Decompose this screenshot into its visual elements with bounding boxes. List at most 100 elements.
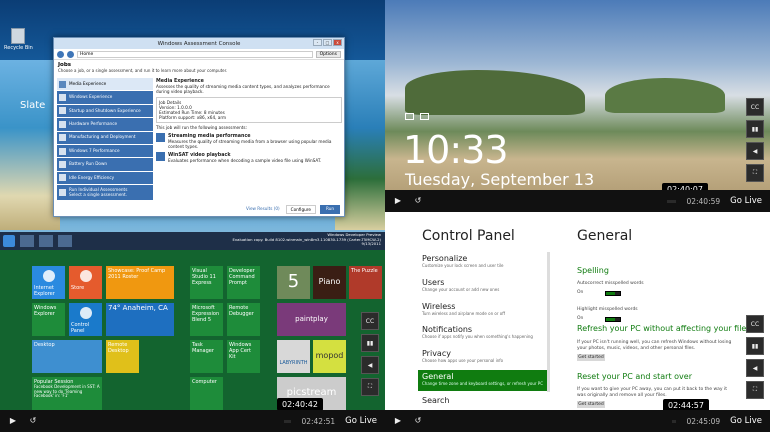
tile-paintplay[interactable]: paintplay xyxy=(277,303,346,336)
assessment-item[interactable]: WinSAT video playback Evaluates performan… xyxy=(156,152,342,163)
play-icon[interactable]: ▶ xyxy=(393,416,403,426)
tile-dev-command-prompt[interactable]: Developer Command Prompt xyxy=(227,266,260,299)
cp-item-search[interactable]: Search xyxy=(422,396,449,405)
tile-expression-blend[interactable]: Microsoft Expression Blend 5 xyxy=(190,303,223,336)
quality-bars-icon[interactable]: ▮▮ xyxy=(746,337,764,355)
highlight-toggle[interactable] xyxy=(605,317,621,322)
cp-item-users[interactable]: Users Change your account or add new ones xyxy=(422,278,499,292)
tile-task-manager[interactable]: Task Manager xyxy=(190,340,223,373)
tile-popular-session[interactable]: Popular Session Facebook Development in S… xyxy=(32,377,102,410)
tile-five[interactable]: 5 xyxy=(277,266,310,299)
view-results-link[interactable]: View Results (0) xyxy=(244,205,282,214)
fullscreen-icon[interactable]: ⛶ xyxy=(746,381,764,399)
tile-control-panel[interactable]: Control Panel xyxy=(69,303,102,336)
taskbar-explorer-icon[interactable] xyxy=(39,235,53,247)
tile-label: Developer Command Prompt xyxy=(229,268,255,286)
job-item[interactable]: Battery Run Down xyxy=(57,158,153,172)
control-panel-title: Control Panel xyxy=(422,228,515,244)
tile-mopod[interactable]: mopod xyxy=(313,340,346,373)
tile-label: LABYRINTH xyxy=(279,360,308,366)
duration-label: 02:42:51 xyxy=(301,416,336,426)
fullscreen-icon[interactable]: ⛶ xyxy=(746,164,764,182)
quality-bars-icon[interactable]: ▮▮ xyxy=(746,120,764,138)
maximize-button[interactable]: □ xyxy=(323,39,332,46)
job-item[interactable]: Manufacturing and Deployment xyxy=(57,131,153,145)
refresh-get-started-button[interactable]: Get started xyxy=(577,354,605,361)
tile-windows-explorer[interactable]: Windows Explorer xyxy=(32,303,65,336)
store-bag-icon xyxy=(79,270,92,282)
job-detail-panel: Media Experience Assesses the quality of… xyxy=(156,78,342,163)
cp-item-personalize[interactable]: Personalize Customize your lock screen an… xyxy=(422,254,504,268)
closed-captions-button[interactable]: CC xyxy=(746,315,764,333)
assessment-desc: Measures the quality of streaming media … xyxy=(168,139,332,149)
recycle-bin-label: Recycle Bin xyxy=(4,45,33,51)
job-item[interactable]: Media Experience xyxy=(57,78,153,92)
tile-store[interactable]: Store xyxy=(69,266,102,299)
go-live-button[interactable]: Go Live xyxy=(730,416,762,426)
tile-labyrinth[interactable]: LABYRINTH xyxy=(277,340,310,373)
reset-get-started-button[interactable]: Get started xyxy=(577,401,605,408)
highlight-label: Highlight misspelled words xyxy=(577,307,638,312)
control-panel-view: Control Panel Personalize Customize your … xyxy=(385,212,770,432)
play-icon[interactable]: ▶ xyxy=(393,196,403,206)
closed-captions-button[interactable]: CC xyxy=(361,312,379,330)
quality-bars-icon[interactable]: ▮▮ xyxy=(361,334,379,352)
job-item[interactable]: Windows Experience xyxy=(57,91,153,105)
job-item[interactable]: Startup and Shutdown Experience xyxy=(57,104,153,119)
cp-item-notifications[interactable]: Notifications Choose if apps notify you w… xyxy=(422,325,533,339)
closed-captions-button[interactable]: CC xyxy=(746,98,764,116)
assessment-item[interactable]: Streaming media performance Measures the … xyxy=(156,133,342,149)
go-live-button[interactable]: Go Live xyxy=(730,196,762,206)
cp-item-privacy[interactable]: Privacy Choose how apps use your personal… xyxy=(422,349,503,363)
volume-icon[interactable]: ◀ xyxy=(746,142,764,160)
go-live-button[interactable]: Go Live xyxy=(345,416,377,426)
session-text: Facebook Development in SST: A new way t… xyxy=(34,384,100,398)
cp-item-wireless[interactable]: Wireless Turn wireless and airplane mode … xyxy=(422,302,505,316)
cp-item-general[interactable]: General Change time zone and keyboard set… xyxy=(418,370,550,391)
job-label: Idle Energy Efficiency xyxy=(69,174,115,180)
forward-arrow-icon[interactable] xyxy=(67,50,74,58)
autocorrect-label: Autocorrect misspelled words xyxy=(577,281,644,286)
job-item[interactable]: Run Individual Assessments Select a sing… xyxy=(57,185,153,202)
seek-track[interactable] xyxy=(433,199,677,203)
job-item[interactable]: Idle Energy Efficiency xyxy=(57,171,153,186)
tile-desktop[interactable]: Desktop xyxy=(32,340,102,373)
back-arrow-icon[interactable] xyxy=(57,50,64,58)
tile-computer[interactable]: Computer xyxy=(190,377,223,410)
tile-remote-desktop[interactable]: Remote Desktop xyxy=(106,340,139,373)
start-button-icon[interactable] xyxy=(3,235,15,247)
highlight-state: On xyxy=(577,316,584,321)
replay-icon[interactable]: ↺ xyxy=(28,416,38,426)
seek-track[interactable] xyxy=(48,419,292,423)
tile-app-cert-kit[interactable]: Windows App Cert Kit xyxy=(227,340,260,373)
fullscreen-icon[interactable]: ⛶ xyxy=(361,378,379,396)
tile-puzzle[interactable]: The Puzzle xyxy=(349,266,382,299)
taskbar-console-icon[interactable] xyxy=(58,235,72,247)
recycle-bin-icon[interactable]: Recycle Bin xyxy=(4,28,33,51)
battery-icon xyxy=(420,113,429,120)
seek-track[interactable] xyxy=(433,419,677,423)
tile-weather[interactable]: 74° Anaheim, CA xyxy=(106,303,174,336)
close-button[interactable]: x xyxy=(333,39,342,46)
job-item[interactable]: Windows 7 Performance xyxy=(57,144,153,159)
job-item[interactable]: Hardware Performance xyxy=(57,118,153,132)
address-home[interactable]: Home xyxy=(77,50,313,58)
autocorrect-toggle[interactable] xyxy=(605,291,621,296)
minimize-button[interactable]: - xyxy=(313,39,322,46)
tile-internet-explorer[interactable]: Internet Explorer xyxy=(32,266,65,299)
volume-icon[interactable]: ◀ xyxy=(746,359,764,377)
job-label: Hardware Performance xyxy=(69,120,118,126)
replay-icon[interactable]: ↺ xyxy=(413,416,423,426)
tile-visual-studio[interactable]: Visual Studio 11 Express xyxy=(190,266,223,299)
play-icon[interactable]: ▶ xyxy=(8,416,18,426)
tile-showcase[interactable]: Showcase: Proof Camp 2011 Roster xyxy=(106,266,174,299)
replay-icon[interactable]: ↺ xyxy=(413,196,423,206)
volume-icon[interactable]: ◀ xyxy=(361,356,379,374)
tile-remote-debugger[interactable]: Remote Debugger xyxy=(227,303,260,336)
configure-button[interactable]: Configure xyxy=(285,205,316,214)
taskbar-ie-icon[interactable] xyxy=(20,235,34,247)
run-button[interactable]: Run xyxy=(319,205,340,214)
options-button[interactable]: Options xyxy=(315,50,341,58)
tile-label: The Puzzle xyxy=(351,268,378,274)
tile-piano[interactable]: Piano xyxy=(313,266,346,299)
